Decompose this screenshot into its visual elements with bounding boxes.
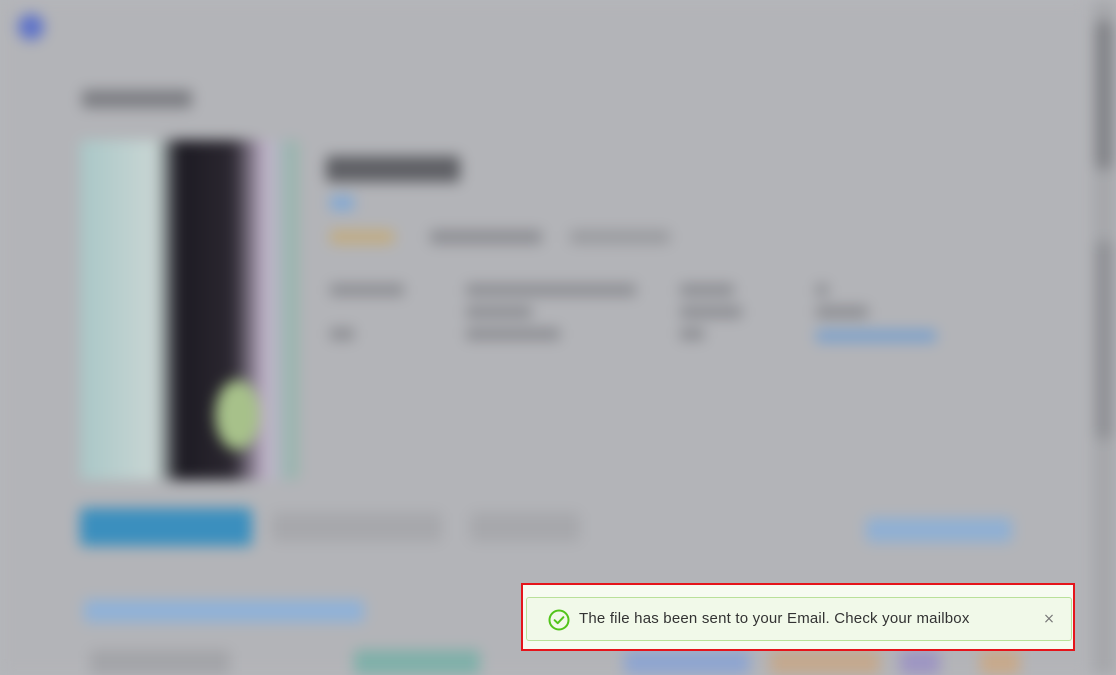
check-circle-icon [548,609,570,631]
rating-stars [330,230,394,244]
close-icon[interactable]: × [1039,609,1059,629]
site-logo [18,14,44,40]
detail-label [330,284,404,296]
detail-link [816,330,936,342]
section-heading-blurred [84,600,364,622]
bottom-item [980,650,1020,675]
report-link-blurred [866,518,1012,542]
detail-value [816,284,828,296]
detail-value [466,328,560,340]
scrollbar-thumb-secondary [1096,240,1112,440]
bottom-item [900,650,940,675]
secondary-button-blurred [470,512,580,542]
detail-value [816,306,868,318]
detail-value [466,306,532,318]
detail-label [680,306,742,318]
scrollbar-thumb [1096,20,1112,170]
back-link [82,90,192,108]
detail-label [680,284,734,296]
bottom-item [624,650,750,675]
send-to-email-button-blurred [272,512,442,542]
detail-label [330,328,354,340]
success-toast: The file has been sent to your Email. Ch… [526,597,1072,641]
download-button-blurred [80,508,252,546]
book-meta-actions [570,230,670,244]
book-meta [430,230,542,244]
toast-message: The file has been sent to your Email. Ch… [579,610,970,627]
bottom-item [354,650,480,675]
book-title [326,156,460,182]
book-cover-image [80,140,298,480]
bottom-item [90,650,230,675]
blurred-background [0,0,1116,675]
detail-value [466,284,636,296]
book-tag [330,196,354,210]
bottom-item [770,650,880,675]
detail-label [680,328,704,340]
